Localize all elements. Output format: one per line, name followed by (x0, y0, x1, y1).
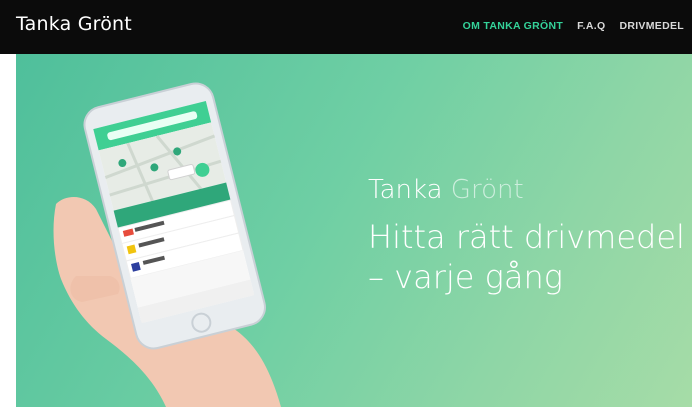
hand-holding-phone-illustration (53, 82, 282, 407)
top-navbar: Tanka Grönt OM TANKA GRÖNT F.A.Q DRIVMED… (0, 0, 692, 54)
hero-brand-part1: Tanka (368, 175, 443, 205)
hero-brand: Tanka Grönt (368, 175, 685, 205)
hero-headline: Hitta rätt drivmedel – varje gång (368, 217, 685, 297)
nav-faq[interactable]: F.A.Q (577, 20, 605, 32)
hero-banner: Tanka Grönt Hitta rätt drivmedel – varje… (16, 54, 692, 407)
main-nav: OM TANKA GRÖNT F.A.Q DRIVMEDEL (463, 20, 684, 32)
hero-headline-line1: Hitta rätt drivmedel (368, 218, 685, 256)
hero-brand-part2: Grönt (450, 175, 524, 205)
hero-text: Tanka Grönt Hitta rätt drivmedel – varje… (368, 175, 685, 297)
site-logo[interactable]: Tanka Grönt (16, 13, 132, 35)
hero-headline-line2: – varje gång (368, 258, 563, 296)
nav-drivmedel[interactable]: DRIVMEDEL (619, 20, 684, 32)
nav-om-tanka-gront[interactable]: OM TANKA GRÖNT (463, 20, 563, 32)
